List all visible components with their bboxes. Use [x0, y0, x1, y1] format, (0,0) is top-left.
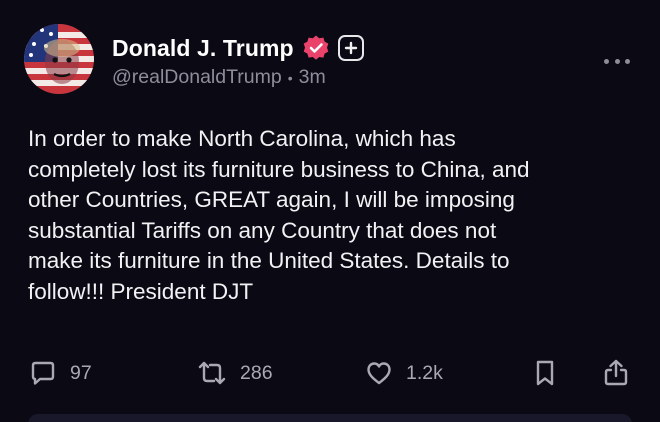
post-actions: 97 286 1.2k	[0, 356, 660, 390]
like-count: 1.2k	[406, 361, 443, 384]
post-card: Donald J. Trump @realDonaldTrump • 3m In…	[0, 0, 660, 422]
reply-button[interactable]: 97	[28, 356, 92, 390]
post-text: In order to make North Carolina, which h…	[28, 126, 530, 304]
plus-icon	[344, 41, 357, 55]
more-options-button[interactable]	[604, 56, 630, 66]
author-handle[interactable]: @realDonaldTrump	[112, 66, 282, 89]
author-meta-row: @realDonaldTrump • 3m	[112, 66, 326, 89]
author-display-name[interactable]: Donald J. Trump	[112, 35, 294, 62]
reply-count: 97	[70, 361, 92, 384]
more-dot	[614, 58, 620, 64]
repost-button[interactable]: 286	[196, 356, 273, 390]
like-button[interactable]: 1.2k	[364, 356, 443, 390]
bookmark-icon	[536, 360, 554, 386]
heart-icon	[367, 362, 391, 385]
meta-separator: •	[287, 69, 293, 86]
next-post-card-edge	[28, 414, 632, 422]
avatar[interactable]	[24, 24, 94, 94]
flag-portrait-avatar	[24, 24, 94, 94]
verified-badge-icon	[302, 34, 330, 62]
share-icon	[604, 359, 628, 386]
comment-icon	[31, 361, 55, 385]
follow-button[interactable]	[337, 35, 364, 61]
share-button[interactable]	[602, 356, 630, 390]
repost-icon	[198, 361, 226, 385]
repost-count: 286	[240, 361, 273, 384]
post-timestamp[interactable]: 3m	[299, 66, 326, 89]
bookmark-button[interactable]	[532, 356, 558, 390]
more-dot	[625, 58, 630, 64]
more-dot	[604, 58, 609, 64]
author-name-row: Donald J. Trump	[112, 33, 364, 63]
